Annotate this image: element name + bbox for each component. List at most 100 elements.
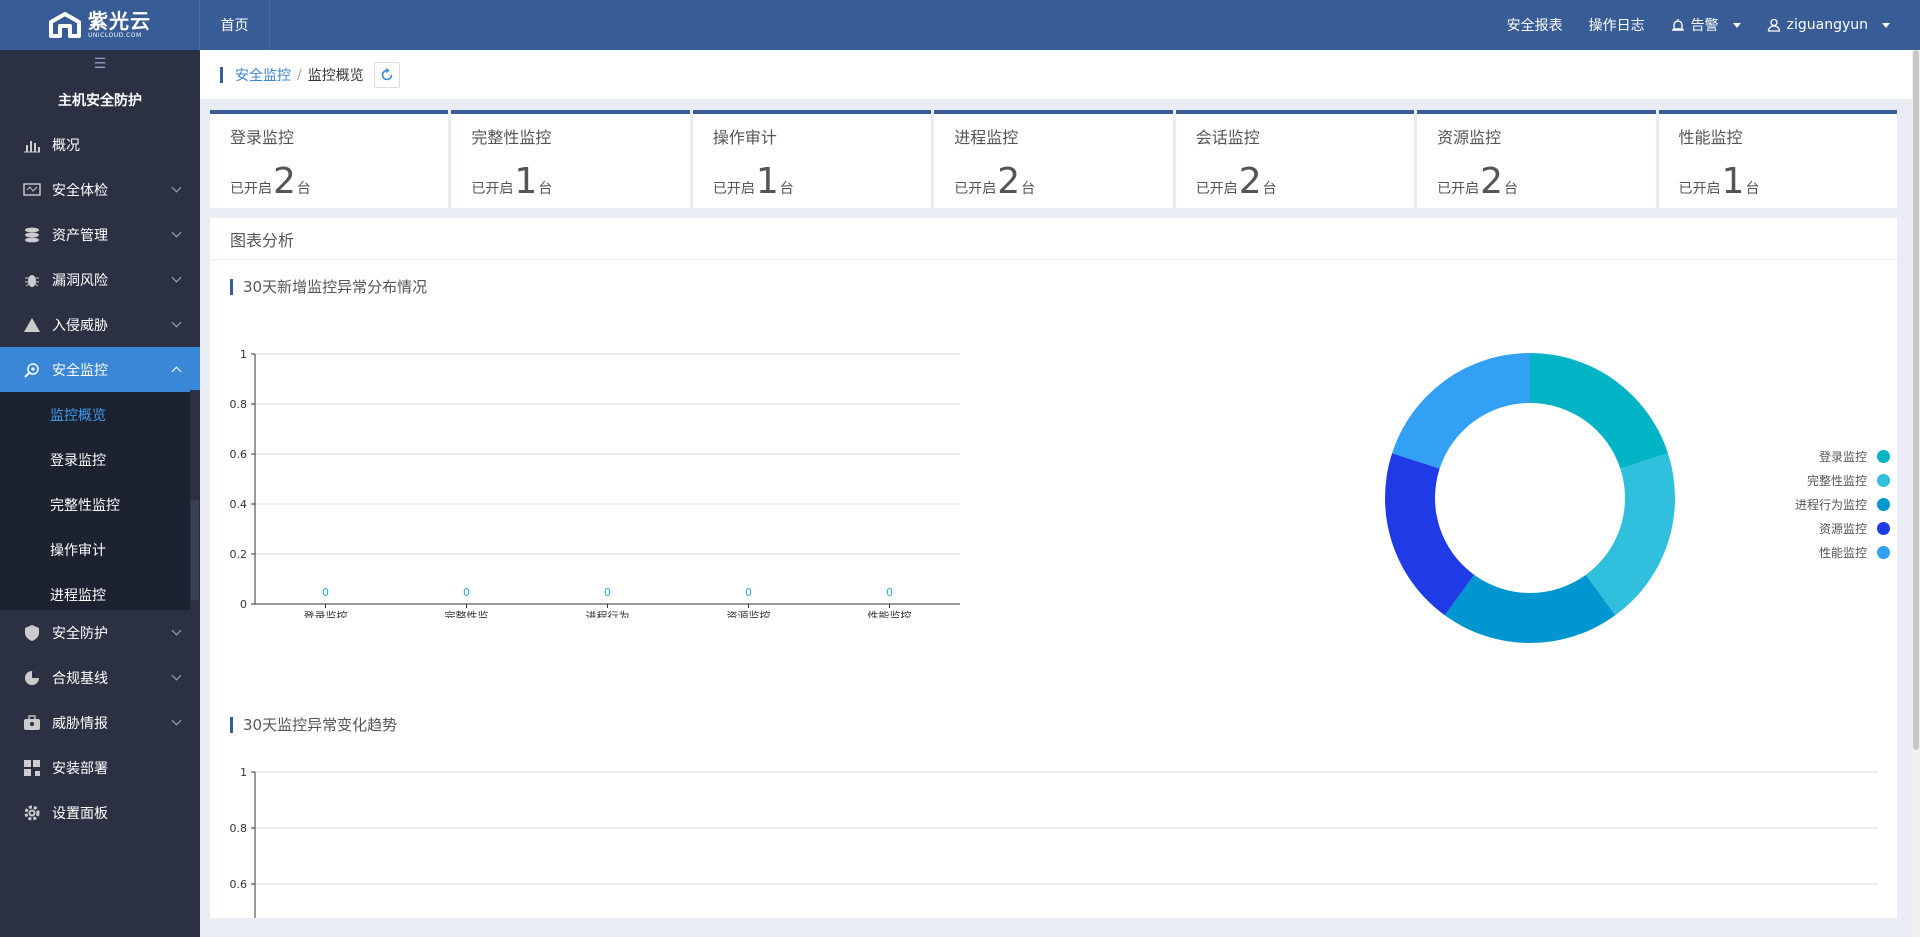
card-title: 登录监控 xyxy=(230,128,295,147)
user-icon xyxy=(1767,18,1780,32)
legend-label: 性能监控 xyxy=(1818,545,1867,560)
card-prefix: 已开启 xyxy=(471,181,514,197)
sidebar-title: 主机安全防护 xyxy=(58,93,142,109)
card-value: 2 xyxy=(997,161,1021,202)
section-accent xyxy=(230,278,233,295)
donut-slice xyxy=(1444,574,1616,643)
chart-panel: 图表分析 30天新增监控异常分布情况 0 0.2 0.4 0.6 0.8 1 0 登录监控 0 完… xyxy=(210,218,1897,918)
sidebar-item-security-monitor[interactable]: 安全监控 xyxy=(0,347,200,392)
legend-label: 完整性监控 xyxy=(1806,473,1867,488)
refresh-button[interactable] xyxy=(373,61,400,88)
y-tick-label: 0.6 xyxy=(230,878,248,891)
submenu-item-overview[interactable]: 监控概览 xyxy=(0,392,190,437)
legend-item[interactable]: 登录监控 xyxy=(1770,444,1890,468)
card-unit: 台 xyxy=(1262,181,1277,197)
sidebar-item-overview[interactable]: 概况 xyxy=(0,122,200,167)
database-icon xyxy=(22,225,42,245)
chevron-up-icon xyxy=(171,366,182,377)
legend-swatch xyxy=(1877,497,1890,511)
legend-label: 资源监控 xyxy=(1818,521,1867,536)
line-chart: 1 0.8 0.6 xyxy=(230,766,1878,918)
card-prefix: 已开启 xyxy=(1678,181,1721,197)
card-prefix: 已开启 xyxy=(954,181,997,197)
brand-name: 紫光云 xyxy=(88,9,151,33)
donut-slice xyxy=(1530,353,1668,469)
submenu-scrollbar[interactable] xyxy=(190,390,200,608)
logo[interactable]: 紫光云 UNICLOUD.COM xyxy=(0,0,200,50)
sidebar-item-settings[interactable]: 设置面板 xyxy=(0,790,200,835)
breadcrumb-separator: / xyxy=(297,66,302,83)
card-unit: 台 xyxy=(1504,181,1519,197)
stat-card-session[interactable]: 会话监控 已开启 2 台 xyxy=(1175,110,1415,208)
card-title: 资源监控 xyxy=(1437,128,1502,147)
home-link[interactable]: 首页 xyxy=(200,0,270,50)
gear-icon xyxy=(22,803,42,823)
chevron-down-icon xyxy=(1882,22,1890,28)
chevron-down-icon xyxy=(171,182,182,193)
alarm-dropdown[interactable]: 告警 xyxy=(1671,15,1741,35)
sidebar-item-label: 合规基线 xyxy=(52,670,108,687)
sidebar-item-vulnerability[interactable]: 漏洞风险 xyxy=(0,257,200,302)
legend-swatch xyxy=(1877,449,1890,463)
sidebar-item-intrusion[interactable]: 入侵威胁 xyxy=(0,302,200,347)
sidebar-item-threat-intel[interactable]: 威胁情报 xyxy=(0,700,200,745)
stat-card-audit[interactable]: 操作审计 已开启 1 台 xyxy=(692,110,932,208)
card-value: 1 xyxy=(1721,161,1745,202)
bar-chart: 0 0.2 0.4 0.6 0.8 1 0 登录监控 0 完整性监控 0 进程行为监控 0 资源监控 0 性能… xyxy=(230,348,960,618)
card-prefix: 已开启 xyxy=(1195,181,1238,197)
bar-chart-icon xyxy=(22,135,42,155)
legend-item[interactable]: 资源监控 xyxy=(1770,516,1890,540)
sidebar-item-install[interactable]: 安装部署 xyxy=(0,745,200,790)
submenu-item-login[interactable]: 登录监控 xyxy=(0,437,190,482)
submenu-item-audit[interactable]: 操作审计 xyxy=(0,527,190,572)
briefcase-icon xyxy=(22,713,42,733)
submenu-item-process[interactable]: 进程监控 xyxy=(0,572,190,610)
legend-label: 进程行为监控 xyxy=(1794,497,1867,512)
grid-icon xyxy=(22,758,42,778)
sidebar-item-asset-management[interactable]: 资产管理 xyxy=(0,212,200,257)
sidebar-item-label: 安装部署 xyxy=(52,760,108,777)
security-report-link[interactable]: 安全报表 xyxy=(1507,15,1563,35)
card-value: 1 xyxy=(755,161,779,202)
card-unit: 台 xyxy=(296,181,311,197)
legend-item[interactable]: 进程行为监控 xyxy=(1770,492,1890,516)
x-tick-label: 完整性监控 xyxy=(445,609,489,618)
legend-item[interactable]: 性能监控 xyxy=(1770,540,1890,564)
stat-card-performance[interactable]: 性能监控 已开启 1 台 xyxy=(1658,110,1897,208)
stat-card-process[interactable]: 进程监控 已开启 2 台 xyxy=(934,110,1173,208)
legend-swatch xyxy=(1877,521,1890,535)
section-title-text: 30天监控异常变化趋势 xyxy=(243,716,398,734)
data-label: 0 xyxy=(745,586,752,599)
panel-title: 图表分析 xyxy=(210,218,1897,260)
breadcrumb-parent-link[interactable]: 安全监控 xyxy=(235,65,291,85)
section-title-trend: 30天监控异常变化趋势 xyxy=(230,714,397,735)
stat-card-resource[interactable]: 资源监控 已开启 2 台 xyxy=(1417,110,1656,208)
chevron-down-icon xyxy=(171,625,182,636)
username: ziguangyun xyxy=(1786,17,1868,33)
sidebar-item-compliance[interactable]: 合规基线 xyxy=(0,655,200,700)
sidebar-item-label: 安全防护 xyxy=(52,625,108,642)
stat-card-integrity[interactable]: 完整性监控 已开启 1 台 xyxy=(451,110,690,208)
submenu-scroll-thumb[interactable] xyxy=(191,500,199,600)
card-title: 操作审计 xyxy=(712,128,777,147)
sidebar-toggle-icon[interactable]: ☰ xyxy=(0,50,200,78)
x-tick-label: 登录监控 xyxy=(304,609,348,618)
section-title-text: 30天新增监控异常分布情况 xyxy=(243,278,428,296)
x-tick-label: 性能监控 xyxy=(868,609,912,618)
chevron-down-icon xyxy=(171,317,182,328)
legend-item[interactable]: 完整性监控 xyxy=(1770,468,1890,492)
stat-card-login[interactable]: 登录监控 已开启 2 台 xyxy=(210,110,449,208)
section-title-distribution: 30天新增监控异常分布情况 xyxy=(230,276,427,297)
page-scroll-thumb[interactable] xyxy=(1913,50,1919,750)
card-title: 进程监控 xyxy=(954,128,1019,147)
sidebar-item-security-protect[interactable]: 安全防护 xyxy=(0,610,200,655)
legend-label: 登录监控 xyxy=(1818,449,1867,464)
operation-log-link[interactable]: 操作日志 xyxy=(1589,15,1645,35)
breadcrumb-current: 监控概览 xyxy=(307,67,364,84)
donut-slice xyxy=(1385,453,1475,616)
donut-slice xyxy=(1392,353,1530,469)
user-menu[interactable]: ziguangyun xyxy=(1767,17,1890,33)
sidebar-item-security-check[interactable]: 安全体检 xyxy=(0,167,200,212)
submenu-item-integrity[interactable]: 完整性监控 xyxy=(0,482,190,527)
page-scrollbar[interactable] xyxy=(1912,50,1920,937)
